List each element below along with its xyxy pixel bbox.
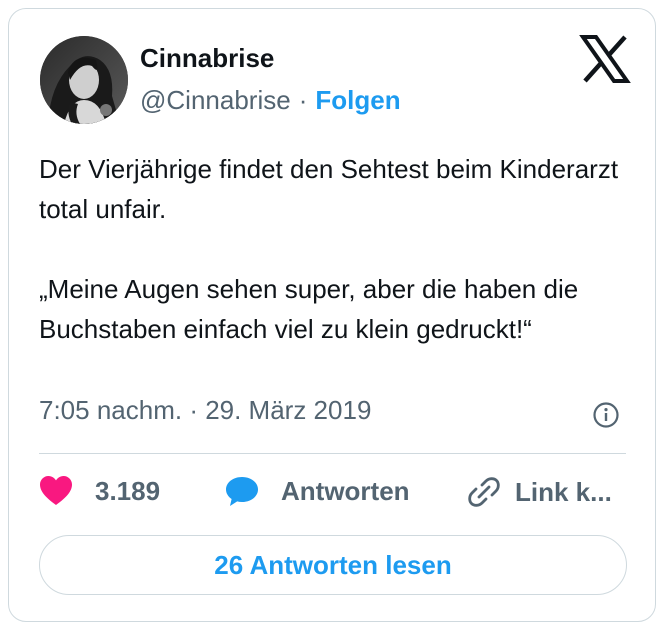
read-replies-button[interactable]: 26 Antworten lesen	[39, 535, 627, 595]
author-name[interactable]: Cinnabrise	[140, 43, 274, 74]
separator-dot: ·	[298, 85, 308, 115]
avatar-photo	[40, 36, 128, 124]
author-handle[interactable]: @Cinnabrise	[140, 85, 291, 116]
tweet-paragraph: „Meine Augen sehen super, aber die haben…	[39, 274, 579, 344]
like-button[interactable]: 3.189	[39, 475, 160, 507]
link-icon	[468, 477, 500, 507]
tweet-card: Cinnabrise @Cinnabrise · Folgen Der Vier…	[8, 8, 656, 622]
handle-row: @Cinnabrise · Folgen	[140, 85, 401, 116]
heart-icon	[40, 476, 72, 505]
copy-link-label: Link k...	[515, 476, 612, 507]
avatar[interactable]	[40, 36, 128, 124]
reply-button[interactable]: Antworten	[225, 475, 410, 507]
x-logo-icon[interactable]	[579, 33, 631, 85]
tweet-text: Der Vierjährige findet den Sehtest beim …	[39, 149, 629, 349]
copy-link-button[interactable]: Link k...	[467, 475, 612, 509]
action-bar: 3.189 Antworten Link k...	[39, 475, 639, 519]
tweet-timestamp[interactable]: 7:05 nachm. · 29. März 2019	[39, 395, 371, 426]
follow-button[interactable]: Folgen	[315, 85, 400, 116]
info-icon[interactable]	[592, 401, 620, 429]
speech-bubble-icon	[226, 477, 258, 506]
tweet-paragraph: Der Vierjährige findet den Sehtest beim …	[39, 154, 619, 224]
like-count: 3.189	[95, 475, 161, 506]
reply-label: Antworten	[281, 475, 410, 506]
divider	[39, 453, 626, 454]
